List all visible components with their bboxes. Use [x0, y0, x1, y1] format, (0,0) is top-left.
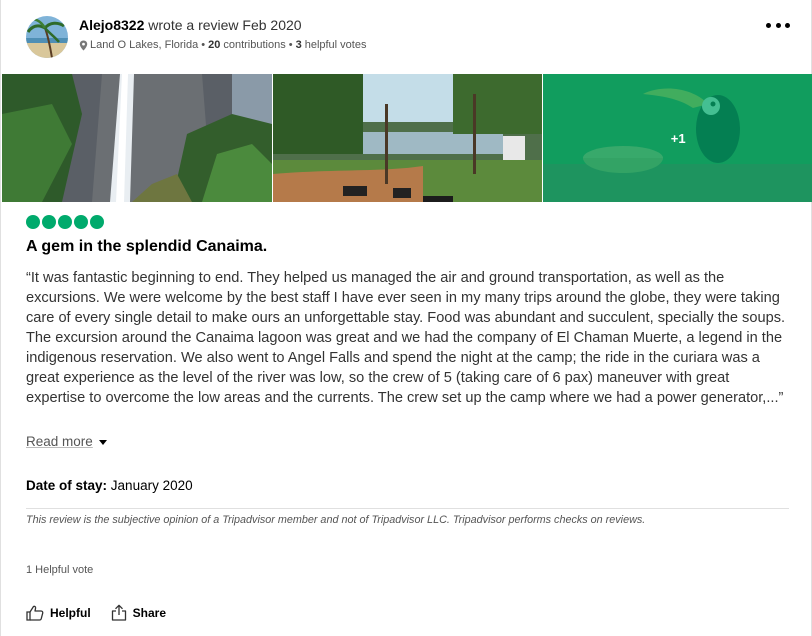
- reviewer-location: Land O Lakes, Florida: [90, 39, 199, 51]
- review-card: Alejo8322 wrote a review Feb 2020 Land O…: [0, 0, 812, 636]
- rating-bubble-icon: [26, 215, 40, 229]
- rating-bubble-icon: [74, 215, 88, 229]
- dot: [785, 22, 790, 28]
- share-icon: [111, 604, 126, 621]
- read-more-label: Read more: [26, 434, 93, 449]
- avatar[interactable]: [26, 16, 68, 58]
- share-button[interactable]: Share: [111, 604, 166, 621]
- helpful-votes-label: helpful votes: [304, 39, 367, 51]
- review-disclaimer: This review is the subjective opinion of…: [26, 508, 789, 526]
- helpful-vote-count: 1 Helpful vote: [26, 564, 94, 576]
- helpful-button-label: Helpful: [50, 605, 91, 620]
- review-photo-toucan[interactable]: +1: [543, 74, 812, 202]
- review-byline: Alejo8322 wrote a review Feb 2020: [79, 17, 302, 33]
- review-actions: Helpful Share: [26, 604, 166, 621]
- rating-bubble-icon: [90, 215, 104, 229]
- caret-down-icon: [98, 439, 107, 445]
- date-of-stay-value: January 2020: [110, 478, 193, 493]
- review-photo-lagoon[interactable]: [272, 74, 543, 202]
- dot: [775, 22, 781, 28]
- contributions-label: contributions: [223, 39, 286, 51]
- review-header: Alejo8322 wrote a review Feb 2020 Land O…: [26, 16, 796, 60]
- helpful-votes-count: 3: [295, 39, 302, 51]
- more-photos-overlay[interactable]: +1: [543, 74, 812, 202]
- bubble-rating: [26, 215, 104, 229]
- share-button-label: Share: [132, 605, 167, 620]
- meta-separator: •: [201, 39, 206, 51]
- rating-bubble-icon: [58, 215, 72, 229]
- read-more-button[interactable]: Read more: [26, 434, 107, 449]
- review-photo-waterfall[interactable]: [2, 74, 272, 202]
- username-link[interactable]: Alejo8322: [79, 17, 144, 33]
- meta-separator: •: [288, 39, 293, 51]
- more-photos-count: +1: [670, 130, 686, 146]
- dot: [766, 22, 771, 28]
- review-body: “It was fantastic beginning to end. They…: [26, 270, 786, 406]
- date-of-stay-label: Date of stay:: [26, 478, 108, 493]
- contributions-count: 20: [208, 39, 221, 51]
- rating-bubble-icon: [42, 215, 56, 229]
- thumbs-up-icon: [26, 605, 44, 621]
- review-title[interactable]: A gem in the splendid Canaima.: [26, 238, 267, 256]
- review-action-text: wrote a review Feb 2020: [148, 17, 302, 33]
- helpful-button[interactable]: Helpful: [26, 604, 91, 621]
- reviewer-meta: Land O Lakes, Florida • 20 contributions…: [79, 39, 366, 51]
- review-photos: +1: [2, 74, 812, 202]
- more-options-icon[interactable]: [766, 16, 790, 34]
- location-pin-icon: [79, 40, 88, 50]
- date-of-stay: Date of stay: January 2020: [26, 478, 193, 493]
